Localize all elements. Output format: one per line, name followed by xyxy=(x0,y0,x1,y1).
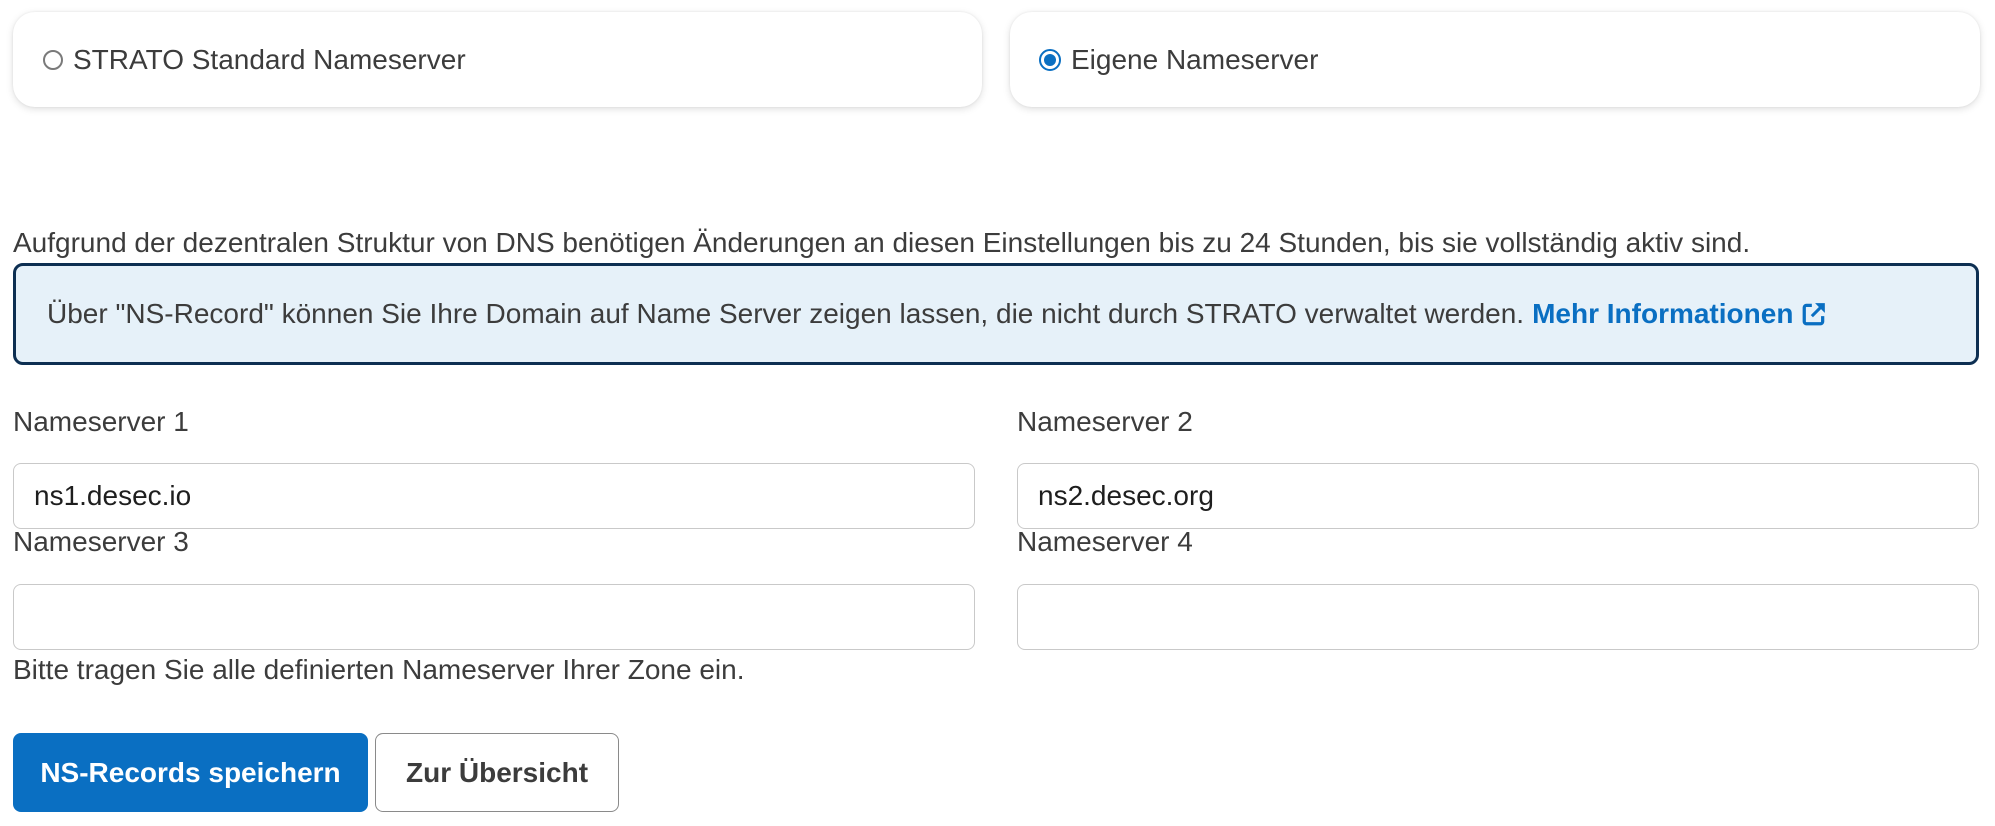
option-strato-standard-nameserver[interactable]: STRATO Standard Nameserver xyxy=(13,12,982,107)
propagation-note: Aufgrund der dezentralen Struktur von DN… xyxy=(13,227,1751,258)
external-link-icon xyxy=(1803,303,1826,326)
nameserver-1-input[interactable] xyxy=(13,463,975,529)
help-text: Bitte tragen Sie alle definierten Namese… xyxy=(13,654,745,685)
save-ns-records-button[interactable]: NS-Records speichern xyxy=(13,733,368,812)
nameserver-4-label: Nameserver 4 xyxy=(1017,526,1193,557)
more-information-label: Mehr Informationen xyxy=(1532,298,1794,329)
overview-button[interactable]: Zur Übersicht xyxy=(375,733,619,812)
nameserver-3-label: Nameserver 3 xyxy=(13,526,189,557)
info-box: Über "NS-Record" können Sie Ihre Domain … xyxy=(13,263,1979,365)
nameserver-2-input[interactable] xyxy=(1017,463,1979,529)
nameserver-4-input[interactable] xyxy=(1017,584,1979,650)
option-eigene-nameserver[interactable]: Eigene Nameserver xyxy=(1010,12,1980,107)
option-label: Eigene Nameserver xyxy=(1071,43,1319,75)
more-information-link[interactable]: Mehr Informationen xyxy=(1532,298,1827,330)
nameserver-3-input[interactable] xyxy=(13,584,975,650)
info-text: Über "NS-Record" können Sie Ihre Domain … xyxy=(47,298,1525,329)
nameserver-2-label: Nameserver 2 xyxy=(1017,406,1193,437)
radio-checked-icon[interactable] xyxy=(1039,48,1061,71)
option-label: STRATO Standard Nameserver xyxy=(73,43,466,75)
radio-unchecked-icon[interactable] xyxy=(43,49,63,70)
nameserver-1-label: Nameserver 1 xyxy=(13,406,189,437)
